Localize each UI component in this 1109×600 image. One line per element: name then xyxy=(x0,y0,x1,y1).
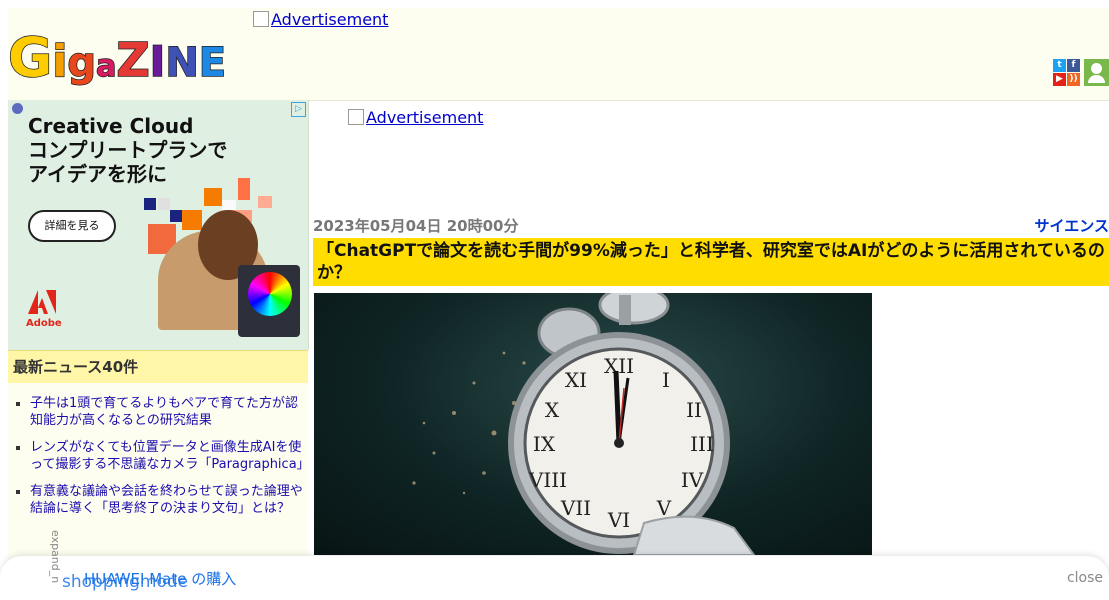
close-button[interactable]: close xyxy=(1067,570,1103,586)
site-header: GigaZINE Advertisement t f ▶ )) xyxy=(7,8,1109,101)
adobe-logo-icon xyxy=(28,290,56,314)
svg-text:III: III xyxy=(690,432,714,456)
ad-headline: Creative Cloud コンプリートプランで アイデアを形に xyxy=(28,114,228,186)
main-advertisement-link[interactable]: Advertisement xyxy=(348,108,483,127)
article-date: 2023年05月04日 20時00分 xyxy=(313,217,519,235)
gigazine-logo[interactable]: GigaZINE xyxy=(7,25,227,90)
expand-handle[interactable]: expand_n xyxy=(49,530,62,583)
youtube-icon[interactable]: ▶ xyxy=(1053,73,1066,86)
svg-text:XI: XI xyxy=(565,368,587,392)
svg-text:II: II xyxy=(686,398,702,422)
svg-text:V: V xyxy=(656,496,672,520)
article-hero-image: XII I II III IV V VI VII VIII IX X XI xyxy=(314,293,872,555)
shopping-mode-label: shoppingmode xyxy=(62,572,189,592)
latest-news-list: 子牛は1頭で育てるよりもペアで育てた方が認知能力が高くなるとの研究結果 レンズが… xyxy=(8,395,310,517)
svg-text:VII: VII xyxy=(560,496,591,520)
latest-news-heading: 最新ニュース40件 xyxy=(8,350,308,383)
svg-text:X: X xyxy=(545,398,560,422)
rss-icon[interactable]: )) xyxy=(1067,73,1080,86)
svg-text:I: I xyxy=(662,368,670,392)
facebook-icon[interactable]: f xyxy=(1067,59,1080,72)
list-item: 子牛は1頭で育てるよりもペアで育てた方が認知能力が高くなるとの研究結果 xyxy=(30,395,308,429)
article-category-link[interactable]: サイエンス xyxy=(1034,215,1109,236)
ad-details-button[interactable]: 詳細を見る xyxy=(28,210,116,242)
color-wheel-icon xyxy=(248,272,292,316)
user-account-icon[interactable] xyxy=(1084,59,1109,86)
ad-info-icon[interactable] xyxy=(12,103,23,114)
svg-text:VIII: VIII xyxy=(528,468,567,492)
news-link[interactable]: 有意義な議論や会話を終わらせて誤った論理や結論に導く「思考終了の決まり文句」とは… xyxy=(30,484,303,516)
news-link[interactable]: レンズがなくても位置データと画像生成AIを使って撮影する不思議なカメラ「Para… xyxy=(30,440,310,472)
news-link[interactable]: 子牛は1頭で育てるよりもペアで育てた方が認知能力が高くなるとの研究結果 xyxy=(30,396,298,428)
svg-text:XII: XII xyxy=(604,354,634,378)
article-title: 「ChatGPTで論文を読む手間が99%減った」と科学者、研究室ではAIがどのよ… xyxy=(313,238,1109,286)
social-links: t f ▶ )) xyxy=(1053,59,1080,86)
ad-brand-label: Adobe xyxy=(26,318,62,329)
twitter-icon[interactable]: t xyxy=(1053,59,1066,72)
list-item: 有意義な議論や会話を終わらせて誤った論理や結論に導く「思考終了の決まり文句」とは… xyxy=(30,483,308,517)
shopping-bottom-bar[interactable]: expand_n HUAWEI Mate の購入 shoppingmode cl… xyxy=(0,530,1109,600)
disintegrating-clock-image: XII I II III IV V VI VII VIII IX X XI xyxy=(412,293,756,555)
svg-text:VI: VI xyxy=(607,508,630,532)
sidebar-advertisement[interactable]: ▷ Creative Cloud コンプリートプランで アイデアを形に 詳細を見… xyxy=(8,100,309,350)
adchoices-icon[interactable]: ▷ xyxy=(291,102,306,117)
svg-text:IV: IV xyxy=(681,468,704,492)
list-item: レンズがなくても位置データと画像生成AIを使って撮影する不思議なカメラ「Para… xyxy=(30,439,310,473)
svg-text:IX: IX xyxy=(533,432,556,456)
top-advertisement-link[interactable]: Advertisement xyxy=(253,10,388,29)
